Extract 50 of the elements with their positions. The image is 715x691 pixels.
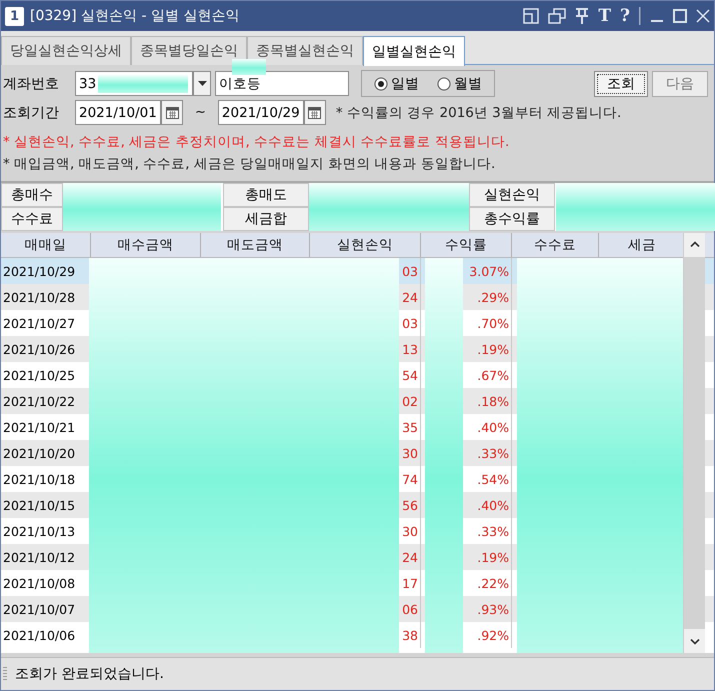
search-button[interactable]: 조회	[594, 70, 648, 96]
calendar-icon	[166, 106, 178, 118]
range-separator: ~	[195, 105, 206, 120]
column-header[interactable]: 실현손익	[310, 233, 421, 257]
summary-label: 총매도	[223, 183, 309, 207]
radio-option[interactable]: 월별	[437, 74, 482, 92]
radio-option[interactable]: 일별	[374, 74, 419, 92]
caret-up-icon	[690, 241, 700, 247]
account-field[interactable]: 33	[75, 71, 193, 96]
column-header[interactable]: 수수료	[512, 233, 599, 257]
pin-icon[interactable]	[575, 8, 590, 24]
close-icon[interactable]	[696, 9, 710, 23]
summary-label: 세금합	[223, 207, 309, 231]
column-header[interactable]: 수익률	[421, 233, 512, 257]
summary-label: 총매수	[1, 183, 63, 207]
dropdown-button[interactable]	[193, 71, 211, 96]
summary-label: 수수료	[1, 207, 63, 231]
column-header[interactable]: 매매일	[1, 233, 91, 257]
column-header[interactable]: 매도금액	[201, 233, 310, 257]
note-text: * 실현손익, 수수료, 세금은 추정치이며, 수수료는 체결시 수수료률로 적용됩니다.	[3, 133, 510, 152]
status-text: 조회가 완료되었습니다.	[15, 665, 164, 683]
date-field[interactable]: 2021/10/29	[218, 100, 304, 125]
tool-button[interactable]: ?	[620, 6, 630, 26]
column-header[interactable]: 매수금액	[91, 233, 201, 257]
redaction-block	[232, 59, 266, 75]
next-button[interactable]: 다음	[652, 70, 708, 96]
note-text: * 수익률의 경우 2016년 3월부터 제공됩니다.	[336, 104, 622, 122]
calendar-button[interactable]	[304, 100, 326, 125]
window-badge: 1	[5, 6, 24, 26]
calendar-icon	[308, 106, 322, 118]
name-field: 이호등	[215, 71, 349, 96]
tab[interactable]: 종목별실현손익	[247, 36, 363, 65]
note-text: * 매입금액, 매도금액, 수수료, 세금은 당일매매일지 화면의 내용과 동일합니다.	[3, 155, 496, 174]
field-label: 계좌번호	[3, 74, 60, 92]
maximize-icon[interactable]	[673, 9, 687, 23]
caret-down-icon	[198, 81, 206, 86]
tab[interactable]: 종목별당일손익	[131, 36, 247, 65]
tab[interactable]: 당일실현손익상세	[1, 36, 131, 65]
date-field[interactable]: 2021/10/01	[75, 100, 161, 125]
windows-icon[interactable]	[548, 8, 566, 24]
caret-down-icon	[690, 639, 700, 645]
summary-label: 총수익률	[469, 207, 555, 231]
layout-icon[interactable]	[523, 8, 540, 24]
tool-button[interactable]: T	[598, 6, 612, 26]
calendar-button[interactable]	[161, 100, 183, 125]
separator-icon	[639, 7, 641, 25]
summary-label: 실현손익	[469, 183, 555, 207]
tab[interactable]: 일별실현손익	[363, 36, 465, 66]
field-label: 조회기간	[3, 104, 60, 122]
window-title: [0329] 실현손익 - 일별 실현손익	[30, 7, 240, 25]
